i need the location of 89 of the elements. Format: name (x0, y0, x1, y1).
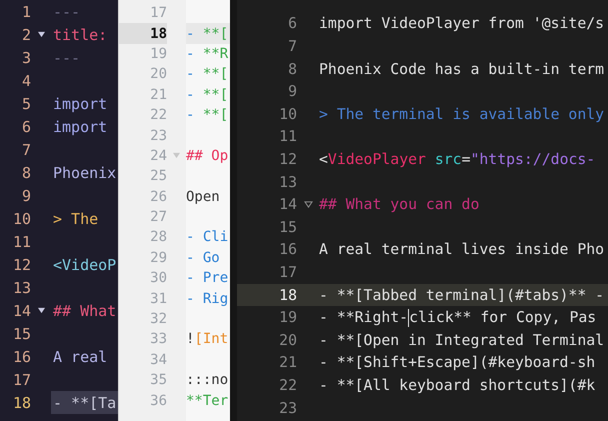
line-number: 6 (20, 118, 31, 136)
line-number: 16 (12, 348, 31, 366)
line-number: 22 (149, 106, 167, 126)
line-number: 15 (12, 324, 31, 342)
line-number: 28 (149, 228, 167, 248)
code-line[interactable]: Phoenix Code has a built-in term (319, 58, 608, 80)
code-line[interactable]: <VideoP (51, 253, 118, 276)
code-line[interactable]: title: (51, 23, 118, 46)
fold-triangle-icon[interactable] (36, 307, 46, 314)
line-number: 15 (278, 218, 297, 236)
line-number: 32 (149, 310, 167, 330)
line-number: 10 (12, 210, 31, 228)
line-number: 3 (20, 48, 31, 66)
code-line[interactable]: :::no (186, 370, 230, 390)
line-number: 4 (20, 72, 31, 90)
line-number: 33 (149, 330, 167, 350)
line-number: 5 (20, 94, 31, 112)
code-line[interactable]: import (51, 92, 118, 115)
line-number: 29 (149, 248, 167, 268)
code-line[interactable]: Phoenix (51, 161, 118, 184)
line-number: 13 (278, 174, 297, 191)
line-number: 22 (278, 376, 297, 394)
code-line[interactable]: - **R (186, 44, 230, 64)
line-number: 19 (278, 309, 297, 326)
line-number: 34 (149, 350, 167, 370)
code-line[interactable]: <VideoPlayer src="https://docs- (319, 148, 608, 171)
code-line[interactable]: - Pre (186, 268, 230, 288)
code-line[interactable]: - **[Shift+Escape](#keyboard-sh (319, 352, 608, 374)
code-line[interactable]: ![Int (186, 329, 230, 350)
line-number: 31 (149, 290, 167, 309)
line-number: 23 (278, 400, 297, 417)
line-number: 18 (278, 286, 297, 304)
line-number: 20 (149, 65, 167, 84)
line-number: 25 (149, 167, 167, 186)
code-line[interactable]: - Rig (186, 288, 230, 309)
code-line[interactable]: - **[Open in Integrated Terminal (319, 329, 608, 352)
line-number: 21 (278, 354, 297, 372)
line-number: 9 (20, 186, 31, 204)
code-line[interactable]: - **[All keyboard shortcuts](#k (319, 374, 608, 397)
fold-triangle-icon[interactable] (36, 31, 46, 38)
code-line[interactable]: - Go (186, 248, 230, 268)
line-number: 26 (149, 188, 167, 207)
line-number: 30 (149, 269, 167, 288)
fold-triangle-icon[interactable] (304, 201, 312, 208)
line-number: 2 (20, 26, 31, 44)
code-line[interactable]: - **[ (186, 104, 230, 126)
line-number: 17 (278, 264, 297, 282)
code-line[interactable]: A real terminal lives inside Pho (319, 238, 608, 262)
line-number: 24 (149, 146, 167, 166)
line-number: 14 (278, 196, 297, 214)
line-number: 1 (20, 2, 31, 20)
line-number: 7 (287, 38, 297, 56)
line-number: 20 (278, 332, 297, 349)
line-number: 18 (119, 23, 167, 44)
line-number: 11 (12, 232, 31, 250)
line-number: 13 (12, 278, 31, 296)
code-line[interactable]: > The (51, 207, 118, 230)
line-number: 9 (287, 83, 297, 100)
line-number: 21 (149, 86, 167, 105)
code-line[interactable]: > The terminal is available only (319, 103, 608, 126)
code-line[interactable]: import (51, 115, 118, 138)
line-number: 36 (149, 392, 167, 411)
line-number: 8 (287, 60, 297, 78)
code-line[interactable]: ## What (51, 299, 118, 322)
line-number: 10 (278, 106, 297, 123)
line-number: 12 (12, 256, 31, 274)
line-number: 35 (149, 371, 167, 390)
line-number: 12 (278, 151, 297, 168)
code-line[interactable]: - **[ (186, 84, 230, 105)
line-number: 17 (12, 370, 31, 388)
line-number: 19 (149, 44, 167, 64)
line-number: 16 (278, 241, 297, 258)
code-line[interactable]: - Cli (186, 227, 230, 248)
line-number: 18 (12, 394, 31, 412)
code-line[interactable]: - **Right-click** for Copy, Pas (319, 306, 608, 329)
code-line[interactable]: import VideoPlayer from '@site/s (319, 12, 608, 36)
code-line[interactable]: - **[ (186, 64, 230, 85)
line-number: 17 (149, 4, 167, 24)
line-number: 11 (278, 128, 297, 146)
line-number: 27 (149, 208, 167, 228)
line-number: 8 (20, 164, 31, 182)
line-number: 23 (149, 126, 167, 146)
code-line[interactable]: ## Op (186, 146, 230, 166)
line-number: 6 (287, 15, 297, 32)
code-line[interactable]: - **[Tabbed terminal](#tabs)** - (319, 284, 608, 306)
code-line[interactable]: A real (51, 345, 118, 368)
code-line[interactable]: Open (186, 186, 230, 207)
line-number: 7 (20, 140, 31, 158)
line-number: 14 (12, 302, 31, 320)
